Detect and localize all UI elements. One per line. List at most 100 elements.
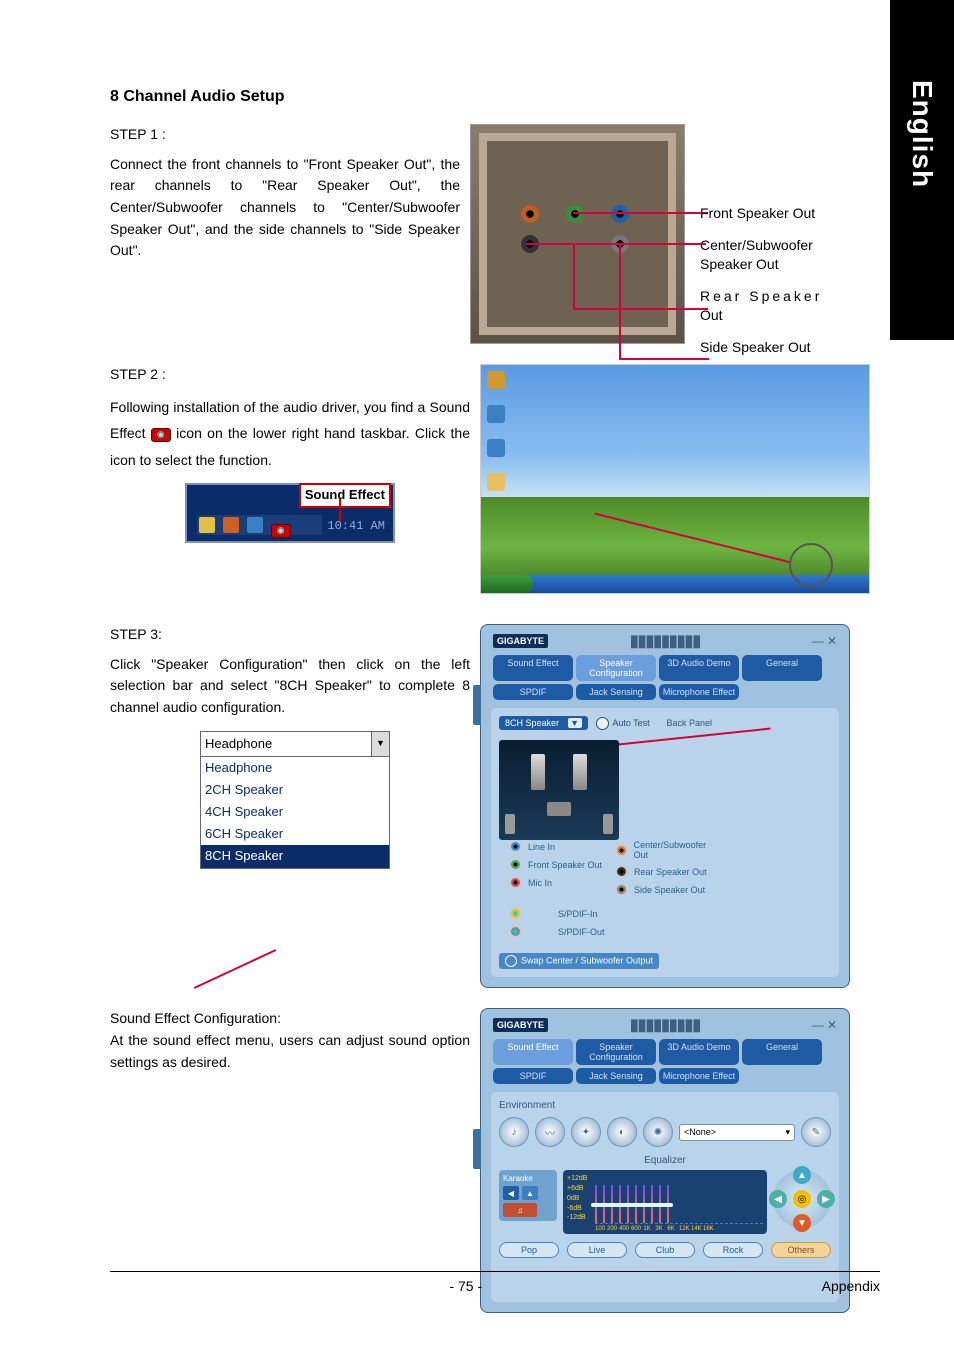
eq-slider[interactable] — [635, 1185, 637, 1223]
tab-mic-effect[interactable]: Microphone Effect — [659, 684, 739, 700]
tray-icon — [247, 517, 263, 533]
chevron-down-icon[interactable]: ▼ — [568, 718, 582, 728]
jack-row: Line In — [509, 840, 603, 853]
preset-button[interactable]: Others — [771, 1242, 831, 1258]
language-tab-label: English — [906, 80, 938, 188]
jack-row: Mic In — [509, 876, 603, 889]
step2-figure — [480, 364, 870, 594]
system-tray — [197, 515, 322, 535]
dpad-center[interactable]: ◎ — [793, 1190, 811, 1208]
dropdown-item[interactable]: Headphone — [201, 757, 389, 779]
karaoke-panel: Karaoke ◀ ▲ ♫ — [499, 1170, 557, 1221]
section-name: Appendix — [822, 1278, 880, 1294]
jack-dot-icon — [615, 883, 628, 896]
close-icon[interactable]: — ✕ — [812, 1018, 837, 1032]
speaker-icon — [603, 814, 613, 834]
tab-jack-sensing[interactable]: Jack Sensing — [576, 684, 656, 700]
desktop-icons — [487, 371, 505, 491]
tray-icon — [223, 517, 239, 533]
language-tab: English — [890, 0, 954, 340]
soundfx-text-col: Sound Effect Configuration: At the sound… — [110, 1008, 470, 1313]
tab-speaker-config[interactable]: Speaker Configuration — [576, 655, 656, 681]
preset-button[interactable]: Club — [635, 1242, 695, 1258]
dropdown-item[interactable]: 6CH Speaker — [201, 823, 389, 845]
env-preset-button[interactable]: ◐ — [607, 1117, 637, 1147]
tab-3d-audio[interactable]: 3D Audio Demo — [659, 655, 739, 681]
dpad-up[interactable]: ▲ — [793, 1166, 811, 1184]
env-preset-button[interactable]: ✺ — [643, 1117, 673, 1147]
tab-jack-sensing[interactable]: Jack Sensing — [576, 1068, 656, 1084]
eq-slider[interactable] — [659, 1185, 661, 1223]
step1-text: Connect the front channels to "Front Spe… — [110, 154, 460, 262]
environment-select[interactable]: <None>▾ — [679, 1124, 795, 1141]
dpad-right[interactable]: ▶ — [817, 1190, 835, 1208]
equalizer-label: Equalizer — [499, 1155, 831, 1166]
jack-list: Line In Front Speaker Out Mic In Center/… — [509, 840, 719, 943]
backpanel-photo — [470, 124, 685, 344]
spdif-icon — [509, 925, 522, 938]
desktop-icon — [487, 473, 505, 491]
eq-slider[interactable] — [643, 1185, 645, 1223]
karaoke-voice-button[interactable]: ♫ — [503, 1203, 537, 1217]
tab-spdif[interactable]: SPDIF — [493, 684, 573, 700]
eq-slider[interactable] — [667, 1185, 669, 1223]
eq-slider[interactable] — [611, 1185, 613, 1223]
sound-effect-tray-icon — [271, 524, 291, 538]
edit-button[interactable]: ✎ — [801, 1117, 831, 1147]
leader-line — [194, 949, 276, 989]
close-icon[interactable]: — ✕ — [812, 634, 837, 648]
env-preset-button[interactable]: ✦ — [571, 1117, 601, 1147]
eq-slider[interactable] — [651, 1185, 653, 1223]
leader-line — [619, 243, 621, 358]
tab-3d-audio[interactable]: 3D Audio Demo — [659, 1039, 739, 1065]
dropdown-current[interactable]: Headphone ▼ — [201, 732, 389, 756]
swap-toggle[interactable]: Swap Center / Subwoofer Output — [499, 953, 659, 969]
eq-slider[interactable] — [627, 1185, 629, 1223]
tab-sound-effect[interactable]: Sound Effect — [493, 655, 573, 681]
jack-row: Rear Speaker Out — [615, 865, 719, 878]
dropdown-item[interactable]: 4CH Speaker — [201, 801, 389, 823]
soundfx-row: Sound Effect Configuration: At the sound… — [110, 1008, 870, 1313]
tab-row: Sound Effect Speaker Configuration 3D Au… — [487, 1035, 843, 1088]
tab-speaker-config[interactable]: Speaker Configuration — [576, 1039, 656, 1065]
chevron-down-icon[interactable]: ▼ — [371, 732, 389, 756]
label-cs-out: Center/Subwoofer Speaker Out — [700, 236, 850, 275]
auto-test-toggle[interactable]: Auto Test — [596, 717, 649, 730]
env-preset-button[interactable]: 〰 — [535, 1117, 565, 1147]
dropdown-item-selected[interactable]: 8CH Speaker — [201, 845, 389, 867]
step2-row: STEP 2 : Following installation of the a… — [110, 364, 870, 594]
preset-button[interactable]: Pop — [499, 1242, 559, 1258]
tab-spdif[interactable]: SPDIF — [493, 1068, 573, 1084]
karaoke-button[interactable]: ▲ — [522, 1186, 538, 1200]
preset-button[interactable]: Live — [567, 1242, 627, 1258]
gigabyte-window-speaker: GIGABYTE ▮▮▮▮▮▮▮▮▮ — ✕ Sound Effect Spea… — [480, 624, 850, 988]
leader-line — [595, 513, 790, 563]
preset-button[interactable]: Rock — [703, 1242, 763, 1258]
eq-slider[interactable] — [595, 1185, 597, 1223]
tab-sound-effect[interactable]: Sound Effect — [493, 1039, 573, 1065]
tab-general[interactable]: General — [742, 1039, 822, 1065]
taskbar-closeup: Sound Effect 10:41 AM — [185, 483, 395, 543]
env-preset-button[interactable]: ♪ — [499, 1117, 529, 1147]
dropdown-item[interactable]: 2CH Speaker — [201, 779, 389, 801]
speaker-dropdown-closeup: Headphone ▼ Headphone 2CH Speaker 4CH Sp… — [200, 731, 390, 869]
dropdown-list: Headphone 2CH Speaker 4CH Speaker 6CH Sp… — [201, 756, 389, 868]
direction-pad: ▲ ▼ ◀ ▶ ◎ — [773, 1170, 831, 1228]
dpad-left[interactable]: ◀ — [769, 1190, 787, 1208]
volume-handle[interactable] — [473, 1129, 481, 1169]
eq-slider[interactable] — [603, 1185, 605, 1223]
step3-text: Click "Speaker Configuration" then click… — [110, 654, 470, 719]
dpad-down[interactable]: ▼ — [793, 1214, 811, 1232]
channel-dropdown[interactable]: 8CH Speaker ▼ — [499, 716, 588, 730]
jack-dot-icon — [509, 840, 522, 853]
tab-general[interactable]: General — [742, 655, 822, 681]
tab-mic-effect[interactable]: Microphone Effect — [659, 1068, 739, 1084]
gigabyte-logo: GIGABYTE — [493, 1018, 548, 1032]
eq-scale: +12dB +6dB 0dB -6dB -12dB — [567, 1174, 587, 1223]
karaoke-button[interactable]: ◀ — [503, 1186, 519, 1200]
eq-frequencies: 100 200 400 600 1K 3K 6K 12K 14K 16K — [595, 1226, 763, 1232]
eq-slider[interactable] — [619, 1185, 621, 1223]
soundfx-heading: Sound Effect Configuration: — [110, 1008, 470, 1030]
volume-handle[interactable] — [473, 685, 481, 725]
slider-knob[interactable] — [663, 1203, 673, 1207]
